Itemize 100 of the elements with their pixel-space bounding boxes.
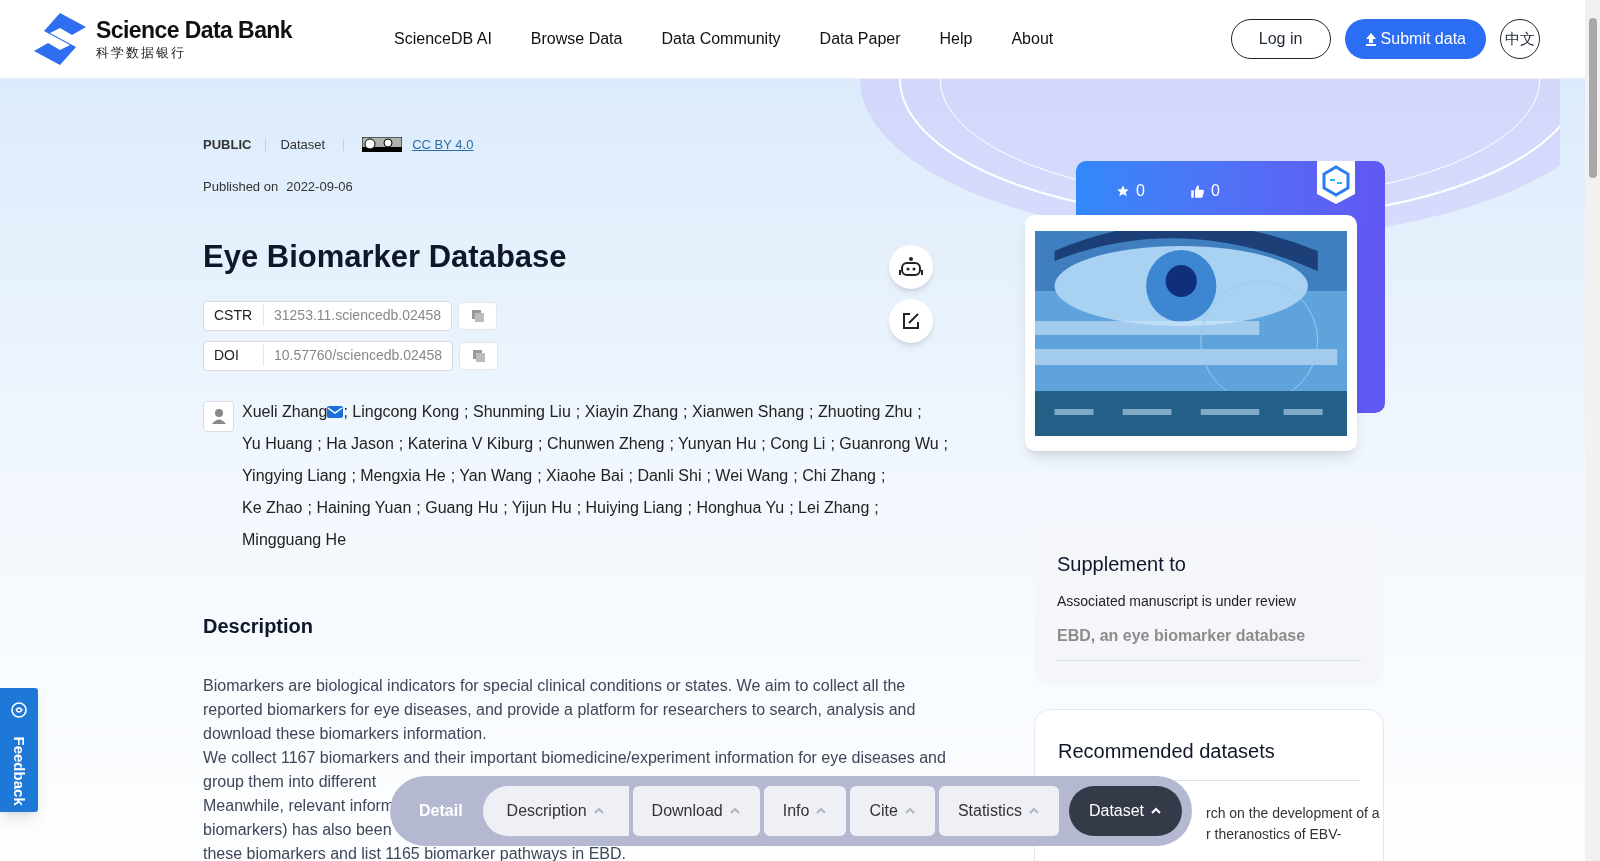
separator: ; bbox=[307, 498, 312, 516]
author-name[interactable]: Shunming Liu bbox=[472, 402, 571, 420]
recommended-dataset-line: r theranostics of EBV- bbox=[1206, 825, 1342, 844]
section-nav-tab[interactable]: Statistics bbox=[938, 786, 1059, 836]
author-name[interactable]: Guang Hu bbox=[425, 498, 499, 516]
separator: ; bbox=[874, 498, 879, 516]
separator: ; bbox=[943, 434, 949, 452]
badge-icon bbox=[1317, 161, 1355, 204]
caret-icon bbox=[728, 807, 741, 815]
author-name[interactable]: Xueli Zhang bbox=[242, 402, 328, 420]
author-name[interactable]: Ke Zhao bbox=[242, 498, 303, 516]
separator: ; bbox=[343, 402, 348, 420]
author-name[interactable]: Lei Zhang bbox=[798, 498, 870, 516]
edit-icon bbox=[902, 312, 920, 330]
author-name[interactable]: Ha Jason bbox=[326, 434, 394, 452]
login-button[interactable]: Log in bbox=[1230, 19, 1331, 59]
author-name[interactable]: Danli Shi bbox=[637, 466, 702, 484]
separator: ; bbox=[881, 466, 886, 484]
separator: ; bbox=[789, 498, 794, 516]
license-link[interactable]: CC BY 4.0 bbox=[412, 135, 474, 155]
identifier-value: 31253.11.sciencedb.02458 bbox=[274, 306, 442, 325]
star-count: 0 bbox=[1136, 181, 1145, 201]
author-name[interactable]: Chi Zhang bbox=[802, 466, 876, 484]
author-name[interactable]: Yan Wang bbox=[459, 466, 533, 484]
section-nav-tab[interactable]: Info bbox=[763, 786, 847, 836]
feedback-icon bbox=[9, 700, 29, 720]
nav-link[interactable]: About bbox=[1011, 27, 1054, 51]
section-heading: Description bbox=[203, 613, 315, 639]
author-name[interactable]: Cong Li bbox=[770, 434, 826, 452]
caret-icon bbox=[815, 807, 828, 815]
section-nav-tab[interactable]: Cite bbox=[850, 786, 935, 836]
separator: ; bbox=[450, 466, 456, 484]
email-icon[interactable] bbox=[327, 405, 344, 418]
section-nav-tab[interactable]: Download bbox=[632, 786, 760, 836]
separator: ; bbox=[830, 434, 835, 452]
author-name[interactable]: Wei Wang bbox=[715, 466, 789, 484]
author-name[interactable]: Huiying Liang bbox=[585, 498, 683, 516]
author-name[interactable]: Xiayin Zhang bbox=[584, 402, 679, 420]
edit-button[interactable] bbox=[889, 299, 933, 343]
nav-link[interactable]: Data Community bbox=[661, 27, 781, 51]
language-button[interactable]: 中文 bbox=[1500, 19, 1540, 59]
separator: ; bbox=[628, 466, 633, 484]
separator: ; bbox=[683, 402, 688, 420]
nav-link[interactable]: Browse Data bbox=[530, 27, 623, 51]
caret-icon bbox=[903, 807, 916, 815]
author-name[interactable]: Honghua Yu bbox=[696, 498, 785, 516]
recommended-dataset-line: rch on the development of a bbox=[1206, 804, 1380, 823]
identifier-label: DOI bbox=[214, 345, 264, 366]
author-name[interactable]: Chunwen Zheng bbox=[547, 434, 665, 452]
person-icon bbox=[210, 408, 227, 424]
section-nav-tab[interactable]: Dataset bbox=[1068, 786, 1183, 836]
separator: ; bbox=[793, 466, 798, 484]
separator: ; bbox=[917, 402, 922, 420]
author-name[interactable]: Yingying Liang bbox=[242, 466, 347, 484]
robot-icon bbox=[899, 256, 923, 278]
identifier-label: CSTR bbox=[214, 305, 264, 326]
separator: ; bbox=[416, 498, 421, 516]
star-icon bbox=[1116, 184, 1130, 198]
author-name[interactable]: Guanrong Wu bbox=[839, 434, 939, 452]
description-line: these biomarkers and list 1165 biomarker pathways in EBD. bbox=[203, 843, 626, 861]
separator: ; bbox=[687, 498, 692, 516]
like-count: 0 bbox=[1210, 181, 1220, 201]
caret-icon bbox=[1027, 807, 1040, 815]
author-name[interactable]: Xianwen Shang bbox=[692, 402, 805, 420]
ai-assistant-button[interactable] bbox=[889, 245, 933, 289]
separator: ; bbox=[351, 466, 356, 484]
separator: ; bbox=[503, 498, 508, 516]
separator: ; bbox=[669, 434, 674, 452]
separator: ; bbox=[576, 498, 582, 516]
nav-link[interactable]: Data Paper bbox=[819, 27, 901, 51]
type-label: Dataset bbox=[280, 136, 326, 154]
description-line: We collect 1167 biomarkers and their important biomedicine/experiment information for eye diseases and bbox=[203, 747, 946, 768]
nav-link[interactable]: ScienceDB AI bbox=[394, 27, 492, 51]
author-name[interactable]: Mingguang He bbox=[242, 530, 347, 548]
author-name[interactable]: Katerina V Kiburg bbox=[407, 434, 534, 452]
author-name[interactable]: Haining Yuan bbox=[316, 498, 412, 516]
feedback-tab[interactable]: Feedback bbox=[0, 688, 38, 812]
description-line: group them into different bbox=[203, 771, 377, 792]
description-line: biomarkers) has also been bbox=[203, 819, 392, 840]
section-nav-label: Detail bbox=[419, 801, 463, 821]
author-name[interactable]: Lingcong Kong bbox=[352, 402, 460, 420]
separator: ; bbox=[809, 402, 814, 420]
author-name[interactable]: Zhuoting Zhu bbox=[818, 402, 913, 420]
nav-link[interactable]: Help bbox=[939, 27, 973, 51]
logo-title: Science Data Bank bbox=[96, 19, 293, 42]
author-name[interactable]: Xiaohe Bai bbox=[546, 466, 624, 484]
submit-data-button[interactable]: Submit data bbox=[1344, 19, 1486, 59]
identifier-value: 10.57760/sciencedb.02458 bbox=[274, 346, 443, 365]
separator: ; bbox=[761, 434, 766, 452]
copy-button[interactable] bbox=[458, 301, 498, 330]
description-line: download these biomarkers information. bbox=[203, 723, 487, 744]
copy-button[interactable] bbox=[459, 341, 499, 370]
section-nav-tab[interactable]: Description bbox=[482, 786, 629, 836]
dataset-title: Eye Biomarker Database bbox=[203, 238, 567, 276]
author-name[interactable]: Yunyan Hu bbox=[678, 434, 757, 452]
author-name[interactable]: Yijun Hu bbox=[511, 498, 572, 516]
separator: ; bbox=[538, 434, 543, 452]
author-name[interactable]: Yu Huang bbox=[242, 434, 313, 452]
separator: ; bbox=[537, 466, 542, 484]
author-name[interactable]: Mengxia He bbox=[360, 466, 446, 484]
